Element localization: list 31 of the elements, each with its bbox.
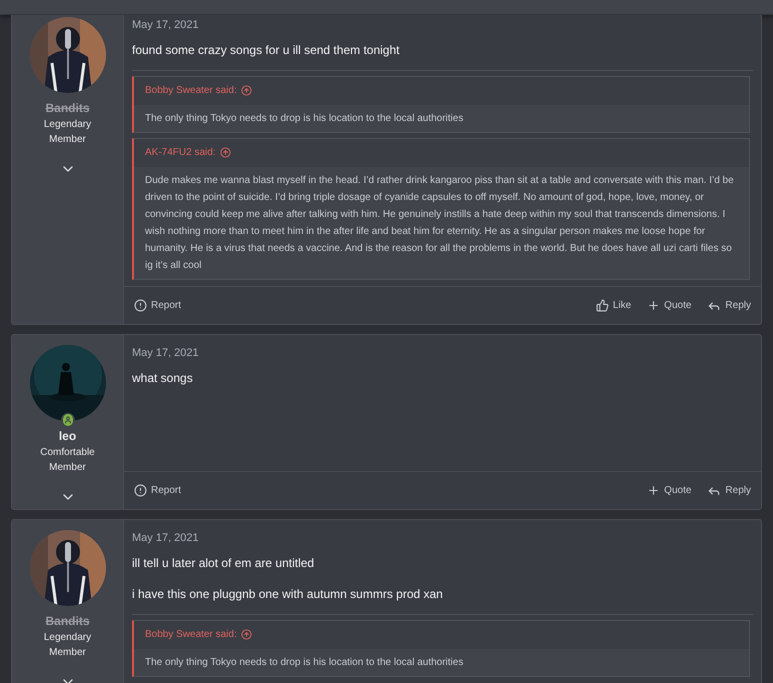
arrow-up-icon[interactable] xyxy=(240,85,252,96)
message-text: found some crazy songs for u ill send them tonight xyxy=(132,42,400,58)
username[interactable]: leo xyxy=(58,427,76,445)
quote-button[interactable]: Quote xyxy=(647,483,692,498)
message-text: i have this one pluggnb one with autumn summrs prod xan xyxy=(132,586,444,602)
quote-text: The only thing Tokyo needs to drop is his location to the local authorities xyxy=(134,104,749,132)
username[interactable]: Bandits xyxy=(45,612,90,630)
post-date[interactable]: May 17, 2021 xyxy=(132,17,753,34)
report-icon xyxy=(134,299,147,312)
like-button[interactable]: Like xyxy=(596,298,632,313)
plus-icon xyxy=(647,484,660,497)
user-title: Legendary Member xyxy=(42,118,92,147)
reply-button[interactable]: Reply xyxy=(707,483,751,498)
username[interactable]: Bandits xyxy=(45,99,90,117)
report-icon xyxy=(134,484,147,497)
report-button[interactable]: Report xyxy=(134,298,182,313)
reply-button[interactable]: Reply xyxy=(707,298,751,313)
user-title: Legendary Member xyxy=(42,631,92,660)
quote-text: Dude makes me wanna blast myself in the head. I’d rather drink kangaroo piss than sit at a table and conversate with this man. I’d be driven to the point of suicide. I’d bring triple dosage of cyanide capsules to off myself. No amount of god, hope, love, money, or convincing could keep me alive after talking with him. He genuinely instills a hate deep within my soul that transcends dimensions. I wish nothing more than to meet him in the after life and beat him for eternity. He as a singular person makes me loose hope for humanity. He is a virus that needs a vaccine. And is the reason for all the problems in the world. But he does have all uzi carti files so ig it’s all cool xyxy=(134,166,749,278)
post-date[interactable]: May 17, 2021 xyxy=(132,345,753,362)
plus-icon xyxy=(647,299,660,312)
thumbs-up-icon xyxy=(596,299,609,312)
user-title: Comfortable Member xyxy=(39,446,96,475)
post-date[interactable]: May 17, 2021 xyxy=(132,530,753,546)
message-text: what songs xyxy=(132,370,194,386)
quote-text: The only thing Tokyo needs to drop is his location to the local authorities xyxy=(134,648,749,676)
report-button[interactable]: Report xyxy=(134,483,182,498)
message-text: ill tell u later alot of em are untitled xyxy=(132,554,316,570)
quote-button[interactable]: Quote xyxy=(647,298,692,313)
arrow-up-icon[interactable] xyxy=(240,629,252,640)
arrow-up-icon[interactable] xyxy=(220,147,231,158)
